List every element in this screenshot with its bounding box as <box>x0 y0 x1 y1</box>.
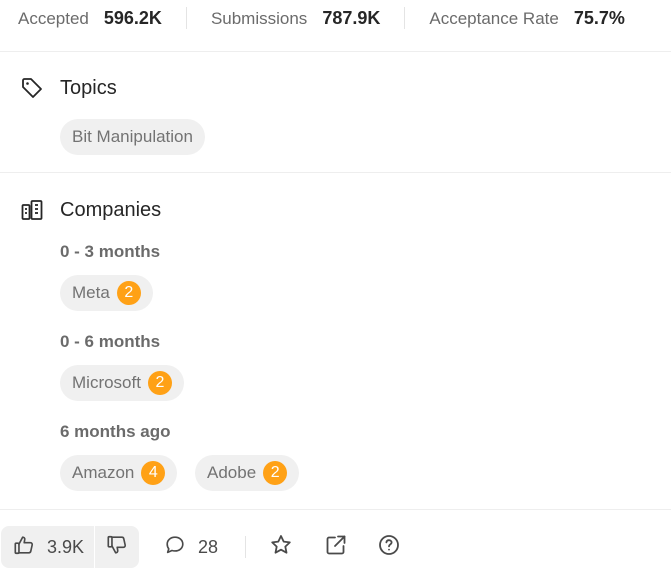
accepted-value: 596.2K <box>103 7 162 28</box>
company-chip-label: Meta <box>72 283 110 302</box>
topics-header[interactable]: Topics <box>20 76 117 100</box>
company-count-badge: 4 <box>141 461 166 485</box>
favorite-button[interactable] <box>266 526 296 568</box>
submissions-label: Submissions <box>210 8 308 28</box>
acceptance-rate-value: 75.7% <box>573 7 625 28</box>
company-chip-meta[interactable]: Meta 2 <box>60 275 153 311</box>
comment-count: 28 <box>198 536 219 557</box>
company-period: 6 months ago <box>60 422 171 441</box>
action-bar: 3.9K 28 <box>0 526 671 568</box>
stats-row: Accepted 596.2K Submissions 787.9K Accep… <box>0 0 671 36</box>
star-icon <box>269 533 293 562</box>
company-chip-adobe[interactable]: Adobe 2 <box>195 455 300 491</box>
section-divider <box>0 172 671 173</box>
topics-title: Topics <box>60 76 117 99</box>
tag-icon <box>20 76 44 100</box>
action-divider <box>245 536 246 558</box>
stat-divider <box>185 7 187 29</box>
company-chip-microsoft[interactable]: Microsoft 2 <box>60 365 184 401</box>
dislike-button[interactable] <box>95 526 139 568</box>
section-divider <box>0 509 671 510</box>
company-chip-label: Amazon <box>72 463 135 482</box>
accepted-label: Accepted <box>18 8 89 28</box>
company-count-badge: 2 <box>116 281 141 305</box>
companies-title: Companies <box>60 198 162 221</box>
topic-chip-label: Bit Manipulation <box>72 127 193 146</box>
external-link-icon <box>324 533 348 562</box>
submissions-stat: Submissions 787.9K <box>211 8 380 29</box>
help-button[interactable] <box>374 526 404 568</box>
company-chip-label: Microsoft <box>72 373 141 392</box>
thumbs-up-icon <box>13 534 35 561</box>
companies-header[interactable]: Companies <box>20 198 161 222</box>
building-icon <box>20 198 44 222</box>
like-count: 3.9K <box>47 536 85 557</box>
thumbs-down-icon <box>106 534 128 561</box>
company-chip-label: Adobe <box>207 463 257 482</box>
stat-divider <box>404 7 406 29</box>
company-count-badge: 2 <box>263 461 288 485</box>
company-count-badge: 2 <box>147 371 172 395</box>
accepted-stat: Accepted 596.2K <box>18 8 162 29</box>
help-icon <box>377 533 401 562</box>
company-period: 0 - 3 months <box>60 242 161 261</box>
section-divider <box>0 51 671 52</box>
topic-chip-bit-manipulation[interactable]: Bit Manipulation <box>60 119 205 155</box>
acceptance-rate-stat: Acceptance Rate 75.7% <box>429 8 625 29</box>
company-chip-amazon[interactable]: Amazon 4 <box>60 455 178 491</box>
share-button[interactable] <box>321 526 351 568</box>
submissions-value: 787.9K <box>322 7 381 28</box>
comments-button[interactable]: 28 <box>164 526 218 568</box>
acceptance-rate-label: Acceptance Rate <box>429 8 559 28</box>
company-period: 0 - 6 months <box>60 332 161 351</box>
like-button[interactable]: 3.9K <box>1 526 96 568</box>
vote-group: 3.9K <box>1 526 140 568</box>
comment-icon <box>164 534 186 561</box>
